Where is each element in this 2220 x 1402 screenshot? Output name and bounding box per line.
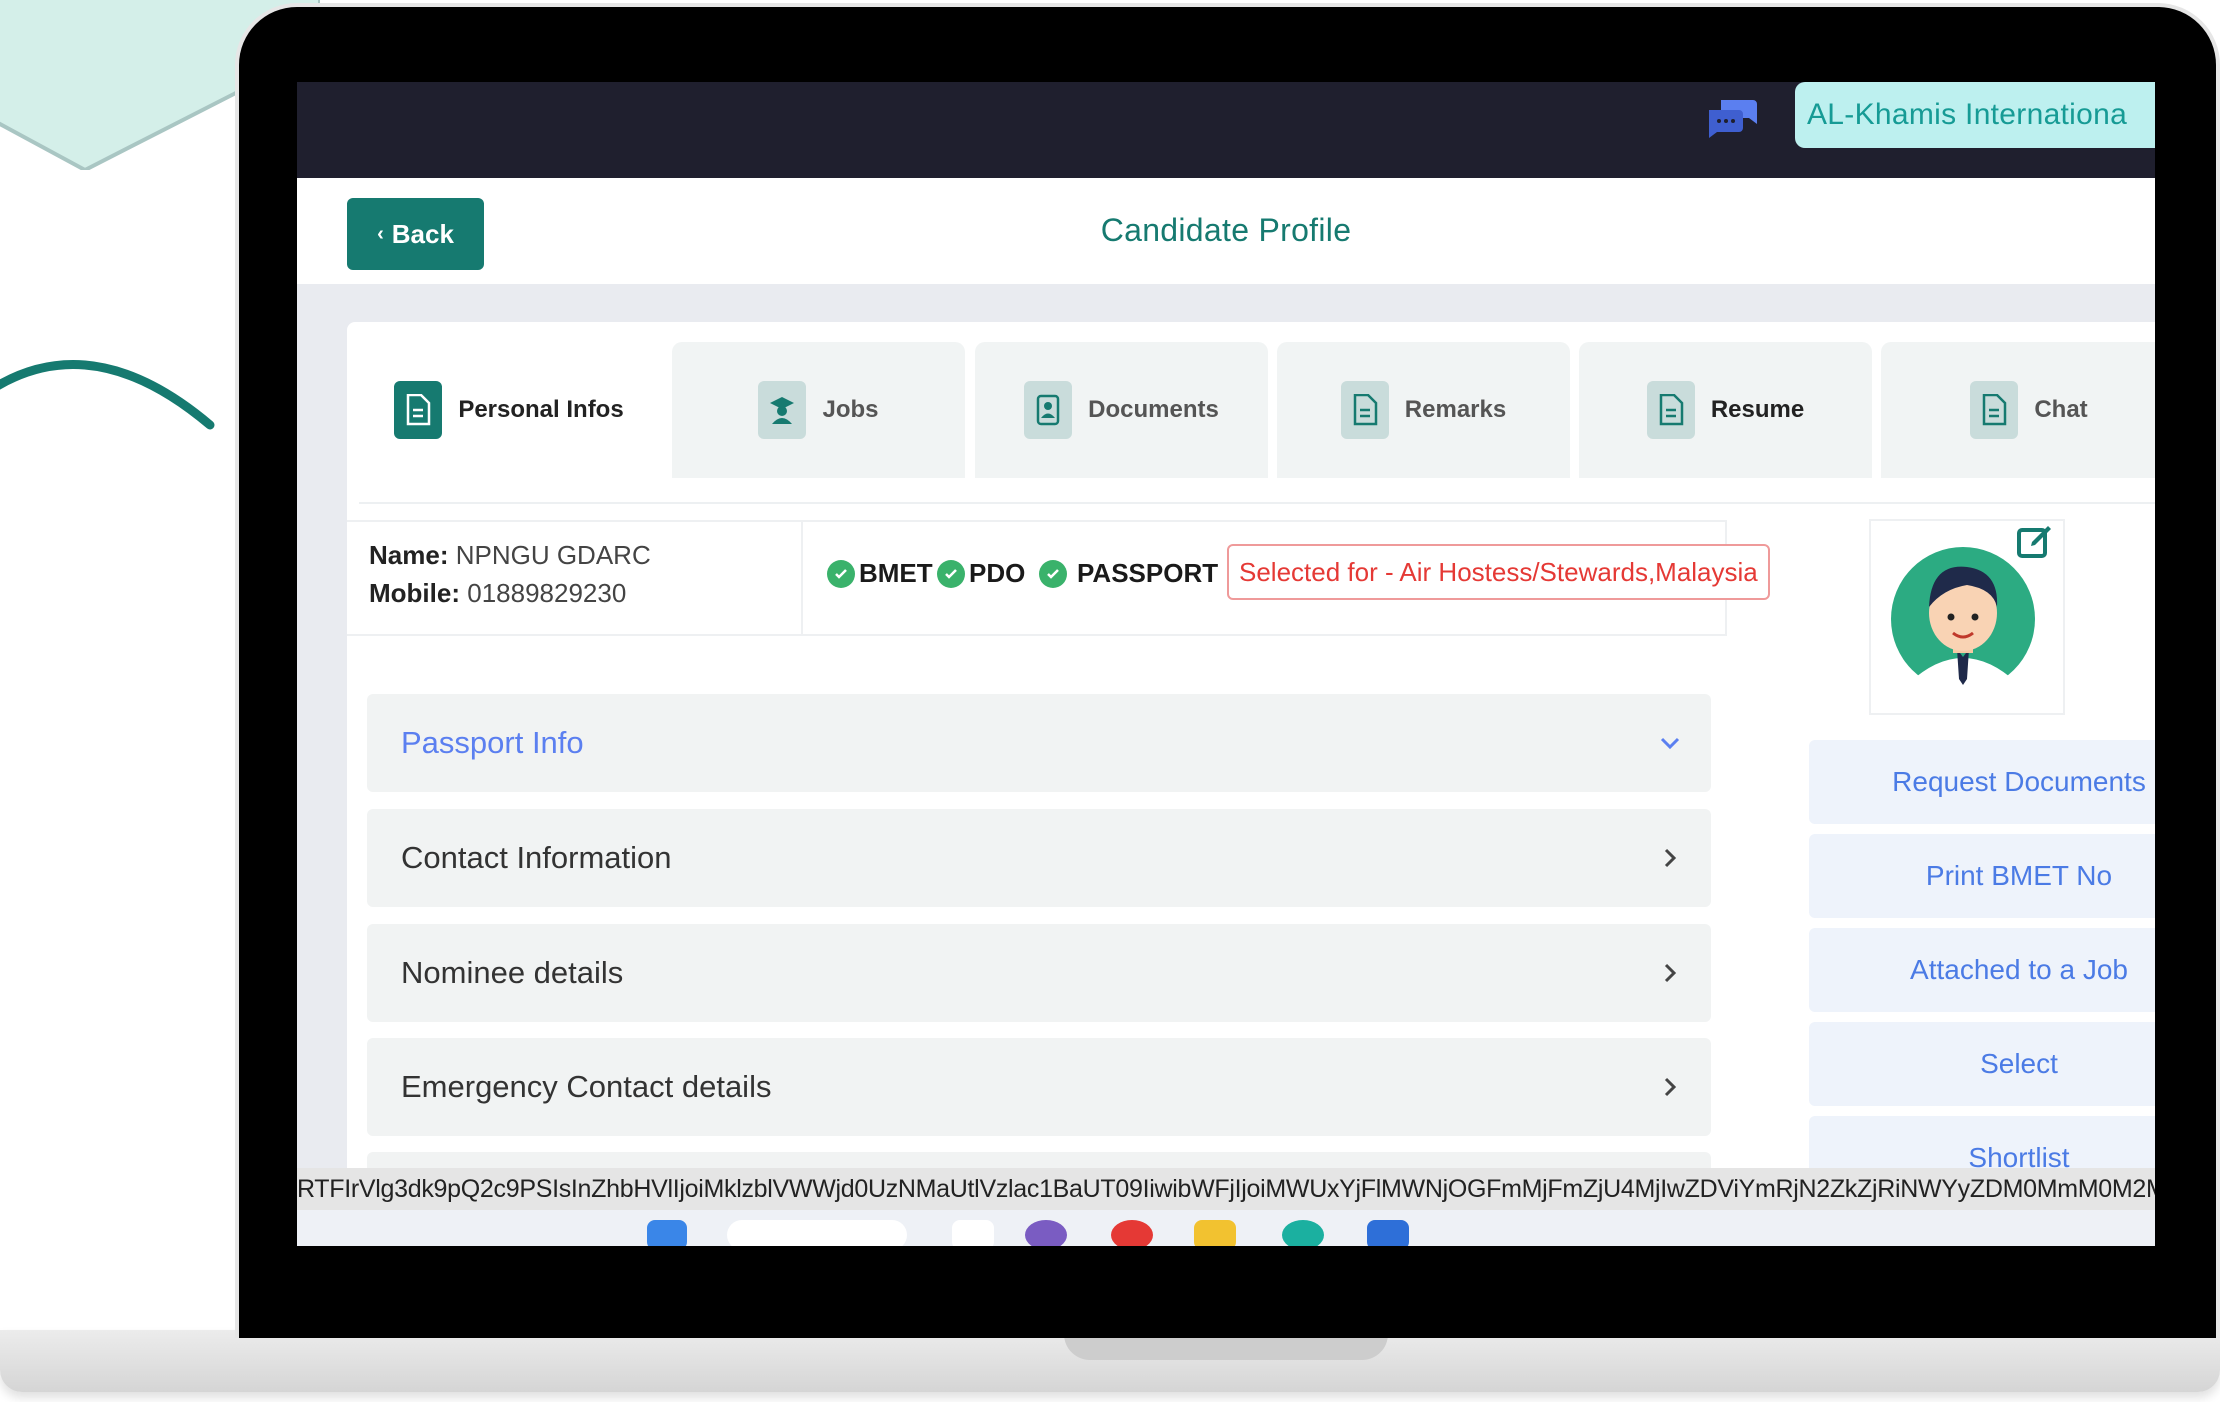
candidate-name: NPNGU GDARC (455, 540, 651, 570)
tab-label: Personal Infos (458, 396, 624, 423)
request-documents-button[interactable]: Request Documents (1809, 740, 2155, 824)
select-button[interactable]: Select (1809, 1022, 2155, 1106)
candidate-mobile: 01889829230 (467, 578, 627, 608)
accordion-emergency-contact-details[interactable]: Emergency Contact details (367, 1038, 1711, 1136)
company-name-badge[interactable]: AL-Khamis Internationa (1795, 82, 2155, 148)
tab-documents[interactable]: Documents (975, 342, 1268, 478)
tab-divider (359, 502, 2155, 504)
status-label: PDO (969, 558, 1026, 588)
candidate-summary: Name: NPNGU GDARC Mobile: 01889829230 (347, 520, 803, 636)
folder-icon[interactable] (1194, 1220, 1236, 1246)
accordion-label: Passport Info (401, 725, 584, 760)
accordion-nominee-details[interactable]: Nominee details (367, 924, 1711, 1022)
accordion-label: Emergency Contact details (401, 1069, 772, 1104)
profile-card: Personal Infos Jobs Documents Remarks Re… (347, 322, 2155, 1246)
tab-resume[interactable]: Resume (1579, 342, 1872, 478)
accordion-label: Nominee details (401, 955, 624, 990)
document-icon (1646, 381, 1695, 439)
page-title: Candidate Profile (1100, 212, 1352, 248)
browser-icon[interactable] (1111, 1220, 1153, 1246)
tab-jobs[interactable]: Jobs (672, 342, 965, 478)
tab-personal-infos[interactable]: Personal Infos (359, 342, 659, 478)
url-bar[interactable]: RTFIrVlg3dk9pQ2c9PSIsInZhbHVlIjoiMklzblV… (297, 1168, 2155, 1210)
tab-label: Resume (1710, 396, 1805, 423)
laptop-mockup: AL-Khamis Internationa ‹ Back Candidate … (0, 0, 2220, 1402)
selected-for-badge: Selected for - Air Hostess/Stewards,Mala… (1227, 544, 1770, 600)
tab-label: Chat (2034, 396, 2088, 423)
tab-remarks[interactable]: Remarks (1277, 342, 1570, 478)
decorative-arc-shape (0, 360, 215, 430)
name-label: Name: (369, 540, 449, 570)
chat-bubbles-icon[interactable] (1707, 94, 1759, 140)
graduate-icon (758, 381, 807, 439)
taskbar-search-box[interactable] (727, 1220, 907, 1246)
page-header: ‹ Back Candidate Profile (297, 178, 2155, 284)
check-circle-icon (1039, 559, 1067, 588)
teams-icon[interactable] (1025, 1220, 1067, 1246)
contacts-book-icon (1024, 381, 1073, 439)
top-navbar: AL-Khamis Internationa (297, 82, 2155, 178)
edge-icon[interactable] (1282, 1220, 1324, 1246)
document-icon (1970, 381, 2019, 439)
tab-label: Remarks (1404, 396, 1507, 423)
chevron-right-icon (1664, 848, 1677, 868)
attach-to-job-button[interactable]: Attached to a Job (1809, 928, 2155, 1012)
windows-start-icon[interactable] (647, 1220, 687, 1246)
app-screen: AL-Khamis Internationa ‹ Back Candidate … (297, 82, 2155, 1246)
taskview-icon[interactable] (952, 1220, 994, 1246)
document-icon (1340, 381, 1389, 439)
status-passport: PASSPORT (1039, 558, 1218, 589)
print-bmet-no-button[interactable]: Print BMET No (1809, 834, 2155, 918)
check-circle-icon (937, 559, 965, 588)
taskbar (297, 1210, 2155, 1246)
chevron-right-icon (1664, 963, 1677, 983)
status-label: BMET (859, 558, 933, 588)
status-label: PASSPORT (1077, 558, 1219, 588)
accordion-contact-information[interactable]: Contact Information (367, 809, 1711, 907)
status-bar: BMET PDO PASSPORT Selected for - Air Hos… (803, 520, 1770, 636)
store-icon[interactable] (1367, 1220, 1409, 1246)
tab-label: Jobs (822, 396, 879, 423)
profile-tabs: Personal Infos Jobs Documents Remarks Re… (347, 342, 2155, 504)
status-bmet: BMET (827, 558, 933, 589)
candidate-name-row: Name: NPNGU GDARC (369, 536, 801, 574)
chevron-right-icon (1664, 1077, 1677, 1097)
chevron-down-icon (1660, 737, 1680, 750)
document-icon (394, 381, 443, 439)
candidate-mobile-row: Mobile: 01889829230 (369, 574, 801, 612)
check-circle-icon (827, 559, 855, 588)
edit-icon[interactable] (2015, 522, 2055, 562)
status-pdo: PDO (937, 558, 1025, 589)
tab-label: Documents (1088, 396, 1219, 423)
mobile-label: Mobile: (369, 578, 460, 608)
tab-chat[interactable]: Chat (1881, 342, 2155, 478)
accordion-passport-info[interactable]: Passport Info (367, 694, 1711, 792)
accordion-label: Contact Information (401, 840, 672, 875)
